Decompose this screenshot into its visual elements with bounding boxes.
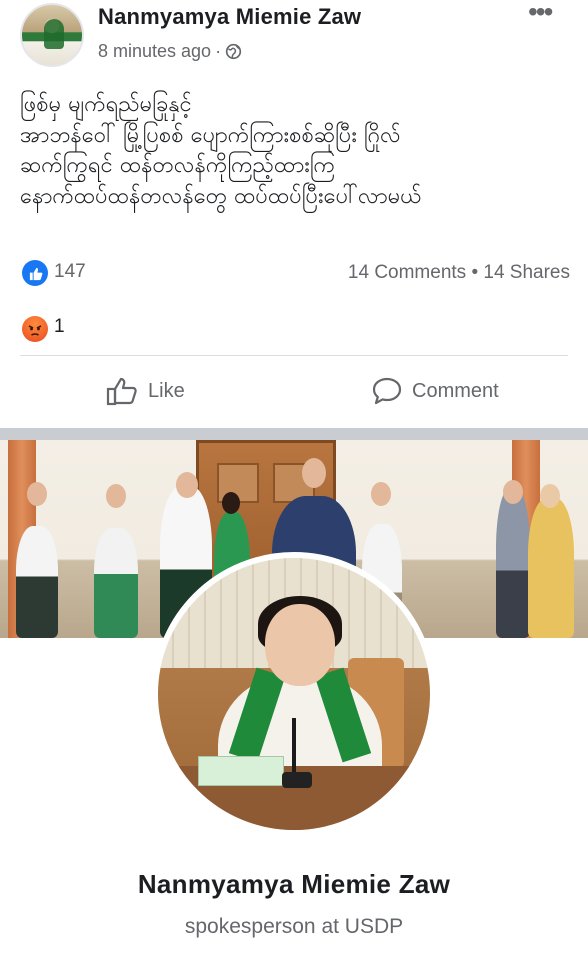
- profile-name-plate: [198, 756, 284, 786]
- microphone-base: [282, 772, 312, 788]
- globe-icon: [225, 43, 242, 60]
- thumbs-up-icon: [106, 377, 137, 406]
- post-time[interactable]: 8 minutes ago: [98, 41, 211, 62]
- post-text-line: ဖြစ်မှ မျက်ရည်မခြုနှင့်: [20, 92, 192, 117]
- like-count[interactable]: 147: [54, 261, 86, 283]
- cover-person-head: [176, 472, 198, 498]
- post-text-line: နောက်ထပ်ထန်တလန်တွေ ထပ်ထပ်ပြီးပေါ်လာမယ်: [20, 183, 422, 209]
- profile-figure-head: [265, 604, 335, 686]
- comment-button-label: Comment: [412, 379, 499, 402]
- cover-person-head: [503, 480, 523, 504]
- post-actions: Like Comment: [0, 370, 588, 416]
- post-text: ဖြစ်မှ မျက်ရည်မခြုနှင့် အာဘန်ဝေါ် မြို့ပ…: [20, 90, 576, 212]
- post-text-line: ဆက်ကြွရင် ထန်တလန်ကိုကြည့်ထားကြ: [20, 153, 336, 178]
- post-author-name[interactable]: Nanmyamya Miemie Zaw: [98, 4, 361, 30]
- more-dots-icon[interactable]: •••: [528, 0, 553, 26]
- microphone-icon: [292, 718, 296, 778]
- like-button-label: Like: [148, 379, 185, 402]
- angry-face-features: [28, 325, 42, 336]
- author-avatar[interactable]: [20, 3, 84, 67]
- cover-person-head: [27, 482, 47, 506]
- cover-person: [16, 526, 58, 638]
- cover-person-head: [371, 482, 391, 506]
- comments-shares-count[interactable]: 14 Comments • 14 Shares: [348, 262, 570, 284]
- section-separator: [0, 428, 588, 440]
- post-header: Nanmyamya Miemie Zaw 8 minutes ago · •••: [0, 0, 588, 80]
- profile-picture[interactable]: [152, 552, 436, 836]
- cover-person-head: [540, 484, 560, 508]
- profile-name[interactable]: Nanmyamya Miemie Zaw: [0, 869, 588, 900]
- comment-button[interactable]: Comment: [372, 376, 499, 406]
- like-button[interactable]: Like: [106, 376, 185, 406]
- thumbs-up-icon: [29, 267, 42, 280]
- meta-separator: ·: [215, 41, 222, 61]
- profile-subtitle: spokesperson at USDP: [184, 915, 404, 938]
- cover-person: [94, 528, 138, 638]
- angry-count[interactable]: 1: [54, 316, 65, 338]
- cover-person: [528, 498, 574, 638]
- divider: [20, 355, 568, 356]
- like-reaction-icon[interactable]: [22, 260, 48, 286]
- reaction-stats: 147 14 Comments • 14 Shares: [0, 258, 588, 290]
- angry-face-icon[interactable]: [22, 316, 48, 342]
- angry-reaction-row: 1: [0, 314, 300, 346]
- post-text-line: အာဘန်ဝေါ် မြို့ပြစစ် ပျောက်ကြားစစ်ဆိုပြီ…: [20, 122, 401, 148]
- cover-person-head: [302, 458, 326, 488]
- avatar-figure: [44, 19, 64, 49]
- speech-bubble-icon: [372, 377, 402, 405]
- cover-person-head: [222, 492, 240, 514]
- cover-person-head: [106, 484, 126, 508]
- cover-person: [496, 488, 530, 638]
- post-meta: 8 minutes ago ·: [98, 41, 242, 62]
